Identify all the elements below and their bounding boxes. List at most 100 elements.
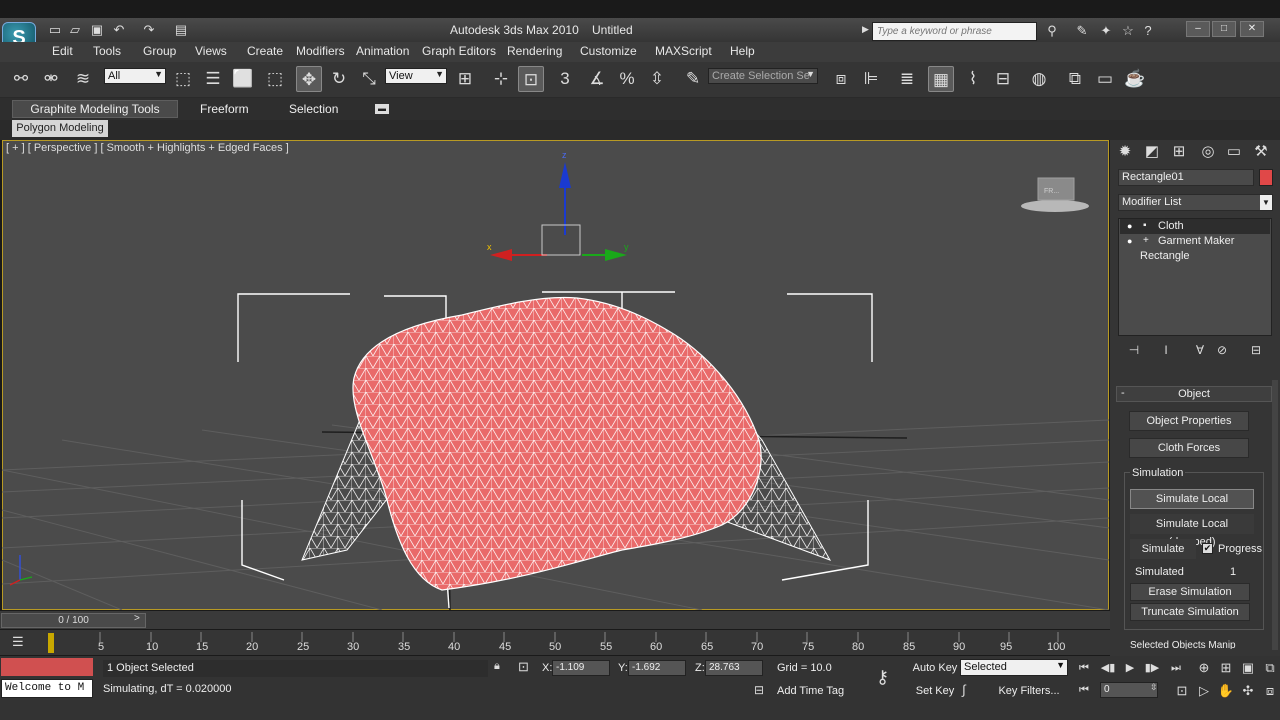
previous-frame-icon[interactable]: ◀▮ [1098, 660, 1118, 676]
tab-freeform[interactable]: Freeform [200, 102, 249, 116]
expand-arrow-icon[interactable]: ▶ [862, 24, 869, 35]
go-to-start-icon[interactable]: ⏮ [1074, 660, 1094, 676]
configure-modifier-sets-icon[interactable]: ⊟ [1248, 343, 1264, 359]
next-frame-icon[interactable]: ▮▶ [1142, 660, 1162, 676]
named-selection-dropdown[interactable]: Create Selection Se ▼ [708, 68, 818, 84]
percent-snap-icon[interactable]: % [614, 66, 640, 92]
frame-spinner-icon[interactable]: ⇳ [1150, 682, 1160, 698]
lightbulb-icon[interactable]: ● [1127, 236, 1135, 246]
pin-stack-icon[interactable]: ⊣ [1126, 343, 1142, 359]
redo-icon[interactable]: ↷ [140, 22, 158, 38]
zoom-extents-icon[interactable]: ▣ [1238, 659, 1258, 677]
undo-icon[interactable]: ↶ [110, 22, 128, 38]
motion-tab-icon[interactable]: ◎ [1197, 142, 1219, 162]
schematic-view-icon[interactable]: ⊟ [990, 66, 1016, 92]
material-editor-icon[interactable]: ◍ [1026, 66, 1052, 92]
select-and-scale-icon[interactable]: ⤡ [356, 66, 382, 92]
select-by-name-icon[interactable]: ☰ [200, 66, 226, 92]
field-of-view-icon[interactable]: ▷ [1194, 682, 1214, 700]
key-mode-dropdown[interactable]: Selected ▼ [960, 659, 1068, 676]
make-unique-icon[interactable]: ∀ [1192, 343, 1208, 359]
unlink-icon[interactable]: ⚮ [38, 66, 64, 92]
menu-modifiers[interactable]: Modifiers [296, 44, 345, 58]
menu-help[interactable]: Help [730, 44, 755, 58]
align-icon[interactable]: ⊫ [858, 66, 884, 92]
select-manipulate-icon[interactable]: ⊹ [488, 66, 514, 92]
lightbulb-icon[interactable]: ● [1127, 221, 1135, 231]
hierarchy-tab-icon[interactable]: ⊞ [1168, 142, 1190, 162]
key-mode-toggle-icon[interactable]: ⏮ [1074, 682, 1094, 698]
stack-item-rectangle[interactable]: Rectangle [1120, 249, 1270, 264]
minimize-button[interactable]: – [1186, 21, 1210, 37]
spinner-snap-icon[interactable]: ⇳ [644, 66, 670, 92]
command-panel-scrollbar[interactable] [1272, 380, 1278, 650]
x-coordinate-field[interactable]: -1.109 [552, 660, 610, 676]
orbit-icon[interactable]: ✣ [1238, 682, 1258, 700]
menu-maxscript[interactable]: MAXScript [655, 44, 712, 58]
curve-editor-icon[interactable]: ⌇ [960, 66, 986, 92]
create-tab-icon[interactable]: ✹ [1114, 142, 1136, 162]
z-coordinate-field[interactable]: 28.763 [705, 660, 763, 676]
set-key-button[interactable]: Set Key [912, 683, 958, 700]
select-link-icon[interactable]: ⚯ [8, 66, 34, 92]
maximize-viewport-icon[interactable]: ⧈ [1260, 682, 1280, 700]
simulate-local-damped-button[interactable]: Simulate Local (damped) [1130, 514, 1254, 548]
maximize-button[interactable]: □ [1212, 21, 1236, 37]
angle-snap-icon[interactable]: ∡ [584, 66, 610, 92]
next-frame-arrow-icon[interactable]: > [134, 613, 146, 627]
key-filters-button[interactable]: Key Filters... [990, 683, 1068, 700]
erase-simulation-button[interactable]: Erase Simulation [1130, 583, 1250, 601]
selection-lock-icon[interactable]: 🔒︎ [494, 660, 508, 676]
menu-views[interactable]: Views [195, 44, 227, 58]
render-production-icon[interactable]: ☕ [1122, 66, 1148, 92]
object-rollout-header[interactable]: Object [1116, 386, 1272, 402]
new-icon[interactable]: ▭ [46, 22, 64, 38]
progress-checkbox[interactable]: ✔ [1202, 543, 1213, 554]
rendered-frame-window-icon[interactable]: ▭ [1092, 66, 1118, 92]
cloth-forces-button[interactable]: Cloth Forces [1129, 438, 1249, 458]
communication-icon[interactable]: ✦ [1096, 22, 1116, 40]
truncate-simulation-button[interactable]: Truncate Simulation [1130, 603, 1250, 621]
menu-create[interactable]: Create [247, 44, 283, 58]
object-name-field[interactable]: Rectangle01 [1118, 169, 1254, 186]
open-icon[interactable]: ▱ [66, 22, 84, 38]
zoom-icon[interactable]: ⊕ [1194, 659, 1214, 677]
collapse-minus-icon[interactable]: - [1121, 387, 1125, 399]
utilities-tab-icon[interactable]: ⚒ [1250, 142, 1272, 162]
binoculars-icon[interactable]: ⚲ [1042, 22, 1062, 40]
tab-graphite-modeling-tools[interactable]: Graphite Modeling Tools [12, 100, 178, 118]
time-tag-icon[interactable]: ⊟ [754, 683, 768, 697]
project-icon[interactable]: ▤ [172, 22, 190, 38]
select-and-rotate-icon[interactable]: ↻ [326, 66, 352, 92]
object-color-swatch[interactable] [1259, 169, 1273, 186]
selection-region-icon[interactable]: ⬜ [230, 66, 256, 92]
show-end-result-icon[interactable]: I [1158, 343, 1174, 359]
auto-key-button[interactable]: Auto Key [912, 660, 958, 677]
modifier-list-dropdown[interactable]: Modifier List ▼ [1118, 194, 1273, 211]
mirror-icon[interactable]: ⧈ [828, 66, 854, 92]
set-keys-key-icon[interactable]: ⚷ [876, 667, 904, 687]
layer-manager-icon[interactable]: ≣ [894, 66, 920, 92]
tools-icon[interactable]: ✎ [1072, 22, 1092, 40]
help-icon[interactable]: ? [1138, 22, 1158, 40]
maxscript-output[interactable]: Welcome to M [1, 679, 93, 698]
keyboard-shortcut-override-icon[interactable]: ⊡ [518, 66, 544, 92]
y-coordinate-field[interactable]: -1.692 [628, 660, 686, 676]
graphite-toggle-icon[interactable]: ▦ [928, 66, 954, 92]
menu-graph-editors[interactable]: Graph Editors [422, 44, 496, 58]
expand-plus-icon[interactable]: + [1143, 235, 1151, 246]
simulate-local-button[interactable]: Simulate Local [1130, 489, 1254, 509]
menu-animation[interactable]: Animation [356, 44, 409, 58]
menu-customize[interactable]: Customize [580, 44, 637, 58]
expand-plus-icon[interactable]: ▪ [1143, 220, 1151, 231]
selection-filter-dropdown[interactable]: All ▼ [104, 68, 166, 84]
add-time-tag-button[interactable]: Add Time Tag [777, 685, 844, 697]
menu-group[interactable]: Group [143, 44, 176, 58]
zoom-extents-all-icon[interactable]: ⧉ [1260, 659, 1280, 677]
play-icon[interactable]: ▶ [1120, 660, 1140, 676]
time-configuration-icon[interactable]: ⊡ [1172, 682, 1192, 700]
selected-objects-rollout[interactable]: Selected Objects Manip [1130, 640, 1236, 649]
pan-view-icon[interactable]: ✋ [1216, 682, 1236, 700]
tab-selection[interactable]: Selection [289, 102, 338, 116]
search-input[interactable]: Type a keyword or phrase [872, 22, 1037, 41]
